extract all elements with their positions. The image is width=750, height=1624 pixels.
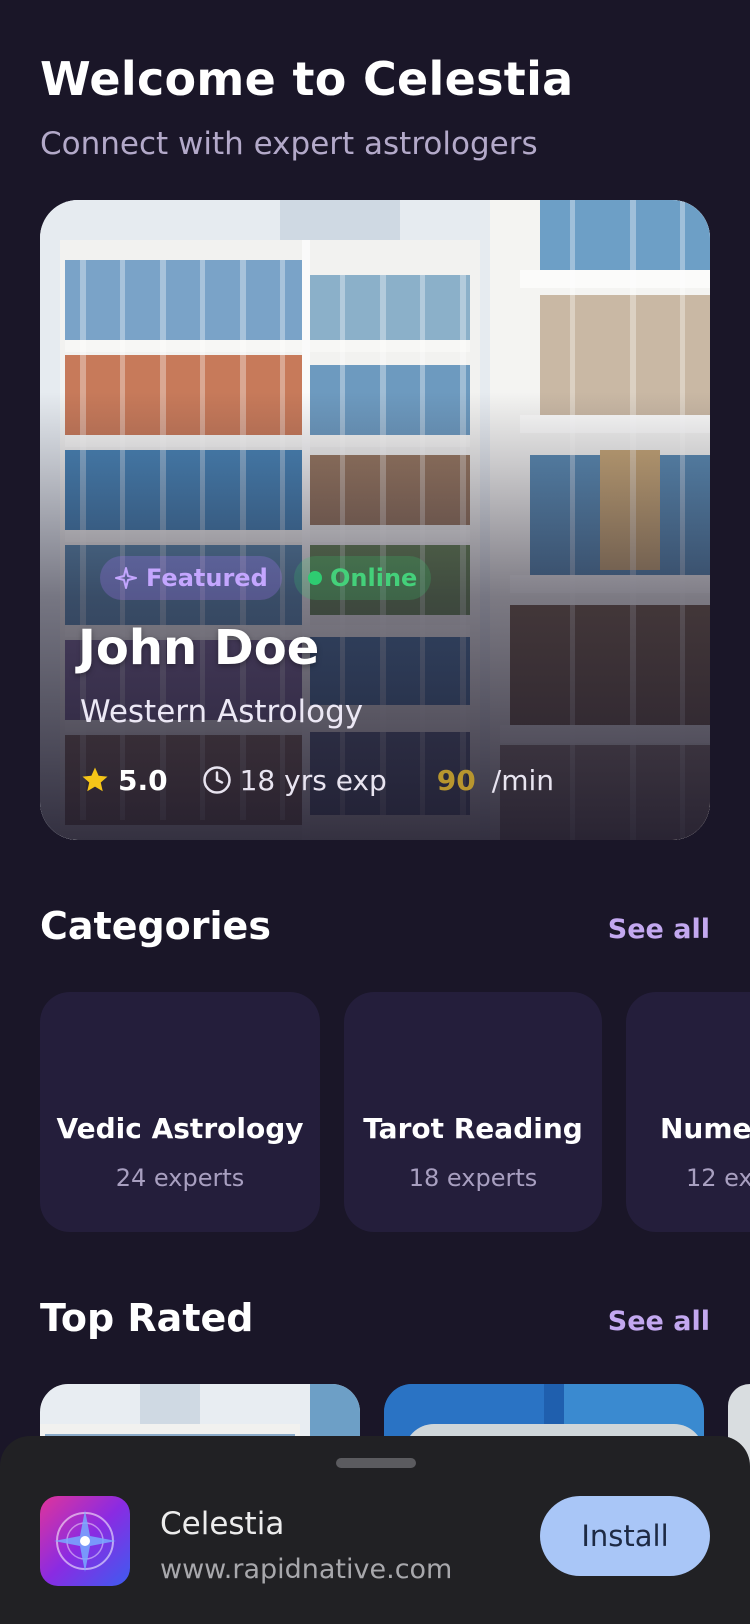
price-unit: /min (491, 763, 554, 797)
category-count: 18 experts (408, 1164, 538, 1192)
star-icon (82, 767, 108, 792)
top-rated-title: Top Rated (40, 1296, 254, 1340)
astrologer-stats: 5.0 18 yrs exp 90 /min (80, 758, 554, 802)
categories-see-all-link[interactable]: See all (608, 914, 710, 945)
sparkle-icon (115, 567, 137, 589)
card-gradient-overlay (40, 200, 710, 840)
online-badge-label: Online (330, 564, 418, 592)
price-value: 90 (436, 763, 476, 797)
experience-value: 18 yrs exp (239, 763, 387, 797)
page-title: Welcome to Celestia (40, 52, 574, 106)
sheet-drag-handle[interactable] (336, 1458, 416, 1468)
category-name: Tarot Reading (363, 1112, 583, 1145)
clock-icon (202, 766, 231, 794)
online-badge: Online (294, 556, 432, 600)
install-app-banner: Celestia www.rapidnative.com Install (0, 1436, 750, 1624)
app-logo-icon (40, 1496, 130, 1586)
featured-badge: Featured (100, 556, 282, 600)
experience-stat: 18 yrs exp (202, 764, 387, 797)
category-card-tarot[interactable]: Tarot Reading 18 experts (344, 992, 602, 1232)
astrologer-specialty: Western Astrology (80, 694, 364, 730)
category-card-vedic[interactable]: Vedic Astrology 24 experts (40, 992, 320, 1232)
categories-title: Categories (40, 904, 271, 948)
page-subtitle: Connect with expert astrologers (40, 126, 538, 162)
top-rated-see-all-link[interactable]: See all (608, 1306, 710, 1337)
install-button[interactable]: Install (540, 1496, 710, 1576)
rating-stat: 5.0 (80, 764, 168, 797)
featured-badge-label: Featured (146, 564, 268, 592)
category-count: 12 exp (686, 1164, 750, 1192)
category-card-numerology[interactable]: Numer 12 exp (626, 992, 750, 1232)
rating-value: 5.0 (118, 763, 168, 797)
featured-astrologer-card[interactable]: Featured Online John Doe Western Astrolo… (40, 200, 710, 840)
category-name: Numer (660, 1112, 750, 1145)
online-dot-icon (308, 571, 322, 585)
astrologer-name: John Doe (78, 620, 320, 676)
app-name: Celestia (160, 1506, 285, 1542)
category-name: Vedic Astrology (56, 1112, 304, 1145)
app-url: www.rapidnative.com (160, 1554, 453, 1585)
price-stat: 90 /min (437, 764, 554, 797)
category-count: 24 experts (115, 1164, 245, 1192)
